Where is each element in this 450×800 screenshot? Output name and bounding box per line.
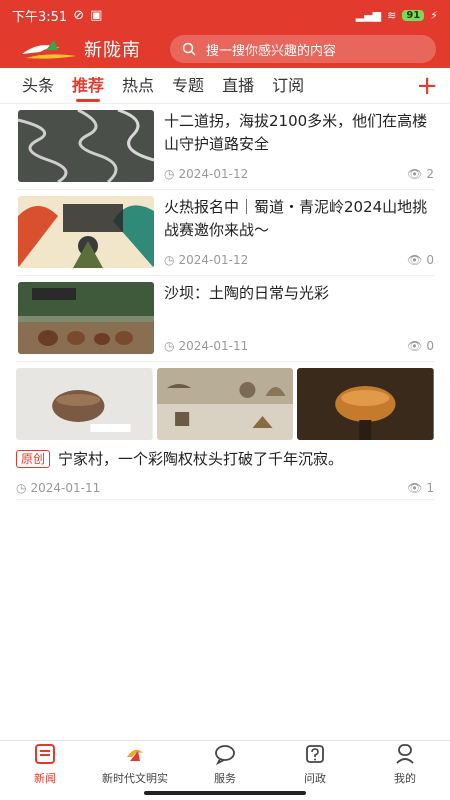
multi-news-title-row: 原创 宁家村，一个彩陶权杖头打破了千年沉寂。 — [16, 448, 434, 469]
profile-icon — [394, 743, 416, 768]
news-views: 👁 2 — [407, 167, 434, 181]
app-logo[interactable]: 新陇南 — [20, 36, 160, 62]
news-title: 宁家村，一个彩陶权杖头打破了千年沉寂。 — [58, 450, 344, 468]
signal-icon: ▂▄▆ — [355, 8, 382, 22]
eye-icon: 👁 — [407, 339, 423, 353]
news-item-multi-image[interactable]: 原创 宁家村，一个彩陶权杖头打破了千年沉寂。 ◷ 2024-01-11 👁 1 — [16, 362, 435, 500]
news-icon — [34, 743, 56, 768]
news-image-strip — [16, 368, 435, 440]
news-date-text: 2024-01-11 — [30, 481, 101, 495]
news-feed: 十二道拐，海拔2100多米，他们在高楼山守护道路安全 ◷ 2024-01-12 … — [0, 104, 450, 500]
news-views: 👁 0 — [407, 253, 434, 267]
home-indicator — [144, 791, 306, 795]
nav-label: 新时代文明实 — [102, 772, 168, 785]
news-date: ◷ 2024-01-12 — [164, 253, 248, 267]
clock-icon: ◷ — [164, 339, 175, 353]
nav-label: 服务 — [214, 772, 236, 785]
news-image — [156, 368, 294, 440]
mute-icon: ⊘ — [73, 7, 85, 23]
nav-label: 新闻 — [34, 772, 56, 785]
clock-icon: ◷ — [164, 167, 175, 181]
civilization-icon — [124, 743, 146, 768]
news-title: 十二道拐，海拔2100多米，他们在高楼山守护道路安全 — [164, 112, 428, 153]
charging-icon: ⚡ — [430, 8, 438, 22]
news-views-count: 0 — [426, 253, 434, 267]
nav-item-inquiry[interactable]: 问政 — [270, 741, 360, 788]
app-header: 新陇南 搜一搜你感兴趣的内容 — [0, 30, 450, 68]
news-date: ◷ 2024-01-11 — [16, 481, 100, 495]
news-title: 火热报名中｜蜀道・青泥岭2024山地挑战赛邀你来战～ — [164, 198, 428, 239]
news-item[interactable]: 火热报名中｜蜀道・青泥岭2024山地挑战赛邀你来战～ ◷ 2024-01-12 … — [16, 190, 434, 276]
nav-item-civilization[interactable]: 新时代文明实 — [90, 741, 180, 788]
nav-item-service[interactable]: 服务 — [180, 741, 270, 788]
tab-subscribe[interactable]: 订阅 — [272, 68, 304, 104]
wifi-icon: ≋ — [387, 8, 397, 22]
tab-headlines[interactable]: 头条 — [22, 68, 54, 104]
status-bar: 下午3:51 ⊘ ▣ ▂▄▆ ≋ 91 ⚡ — [0, 0, 450, 30]
eye-icon: 👁 — [407, 253, 423, 267]
news-date-text: 2024-01-12 — [178, 253, 249, 267]
battery-indicator: 91 — [402, 9, 425, 21]
add-tab-icon[interactable]: + — [416, 68, 438, 104]
search-placeholder: 搜一搜你感兴趣的内容 — [206, 43, 337, 59]
tab-live[interactable]: 直播 — [222, 68, 254, 104]
logo-mark-icon — [22, 40, 76, 59]
news-views-count: 1 — [426, 481, 434, 495]
news-item[interactable]: 十二道拐，海拔2100多米，他们在高楼山守护道路安全 ◷ 2024-01-12 … — [16, 104, 434, 190]
eye-icon: 👁 — [407, 167, 423, 181]
question-icon — [304, 743, 326, 768]
tab-hot[interactable]: 热点 — [122, 68, 154, 104]
eye-icon: 👁 — [407, 481, 423, 495]
logo-text: 新陇南 — [84, 40, 141, 61]
news-date: ◷ 2024-01-11 — [164, 339, 248, 353]
news-image — [16, 368, 153, 440]
nav-label: 我的 — [394, 772, 416, 785]
nav-item-profile[interactable]: 我的 — [360, 741, 450, 788]
news-views: 👁 0 — [407, 339, 434, 353]
news-thumbnail — [18, 196, 154, 268]
news-title: 沙坝：土陶的日常与光彩 — [164, 284, 330, 302]
category-tabs: 头条 推荐 热点 专题 直播 订阅 + — [0, 68, 450, 104]
nav-label: 问政 — [304, 772, 326, 785]
news-image — [297, 368, 435, 440]
news-date: ◷ 2024-01-12 — [164, 167, 248, 181]
original-badge: 原创 — [16, 449, 51, 468]
news-item[interactable]: 沙坝：土陶的日常与光彩 ◷ 2024-01-11 👁 0 — [16, 276, 434, 362]
clock-icon: ◷ — [164, 253, 175, 267]
news-views-count: 0 — [426, 339, 434, 353]
nav-item-news[interactable]: 新闻 — [0, 741, 90, 788]
bottom-nav: 新闻 新时代文明实 服务 问政 我的 — [0, 740, 450, 788]
news-views-count: 2 — [426, 167, 434, 181]
news-thumbnail — [18, 282, 154, 354]
news-date-text: 2024-01-11 — [178, 339, 249, 353]
clock-icon: ◷ — [16, 481, 27, 495]
status-time: 下午3:51 — [12, 9, 68, 25]
chat-icon — [214, 743, 236, 768]
app-icon: ▣ — [90, 7, 103, 23]
tab-topics[interactable]: 专题 — [172, 68, 204, 104]
news-date-text: 2024-01-12 — [178, 167, 249, 181]
search-bar[interactable]: 搜一搜你感兴趣的内容 — [170, 35, 436, 63]
news-thumbnail — [18, 110, 154, 182]
search-icon — [182, 42, 196, 56]
tab-recommended[interactable]: 推荐 — [72, 68, 104, 104]
news-views: 👁 1 — [407, 481, 434, 495]
